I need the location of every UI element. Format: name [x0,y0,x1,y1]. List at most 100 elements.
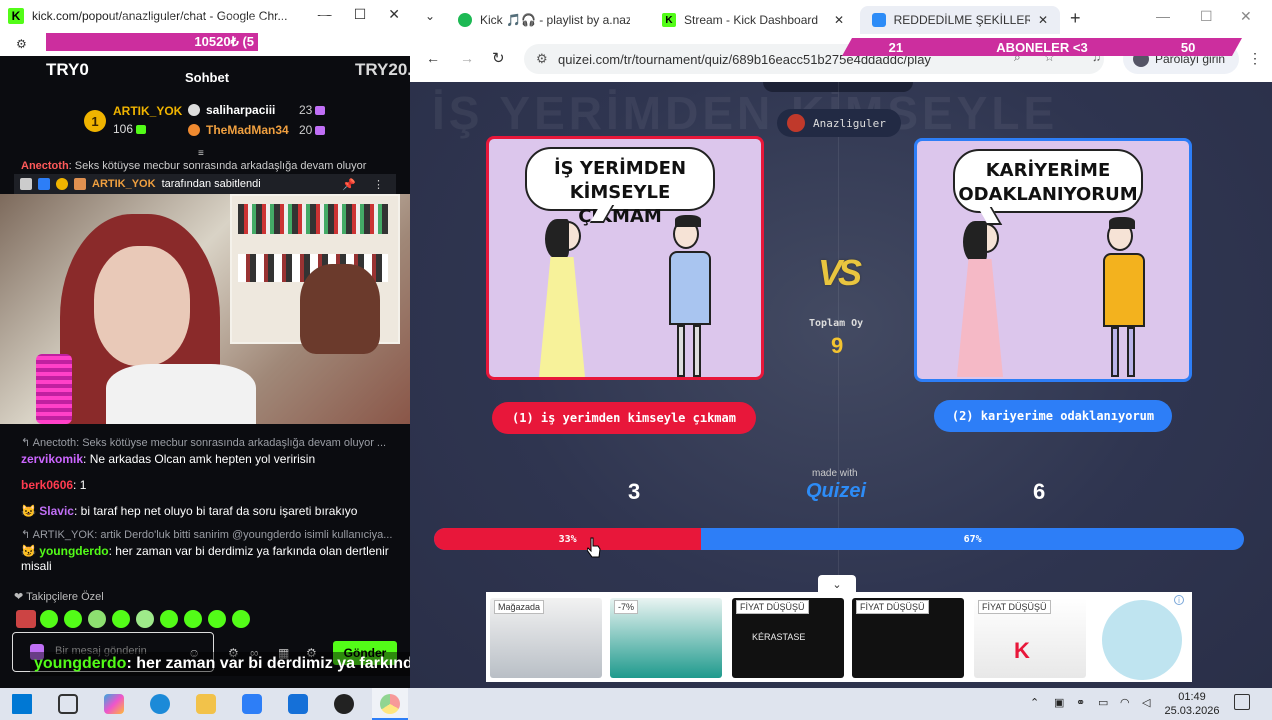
emote-icon[interactable] [40,610,58,628]
pink-cup [36,354,72,424]
emote-icon[interactable] [160,610,178,628]
task-view-icon[interactable] [58,694,78,714]
ad-product-tile[interactable]: -7% [610,598,722,678]
minimize-icon[interactable]: — [1156,8,1170,24]
emote-icon[interactable] [112,610,130,628]
battery-icon[interactable]: ▭ [1098,696,1108,709]
speech-bubble: İŞ YERİMDEN KİMSEYLE ÇIKMAM [525,147,715,227]
obs-icon[interactable] [334,694,354,714]
ad-product-tile[interactable]: FİYAT DÜŞÜŞÜ K [974,598,1086,678]
leader-name[interactable]: saliharpaciii [206,103,275,117]
windows-start-icon[interactable] [12,694,32,714]
copilot-icon[interactable] [104,694,124,714]
tray-chevron-icon[interactable]: ⌃ [1030,696,1039,709]
pinned-username[interactable]: ARTIK_YOK [92,178,156,190]
store-icon[interactable] [242,694,262,714]
close-tab-icon[interactable]: ✕ [834,13,844,27]
message-username[interactable]: berk0606 [21,478,73,492]
followers-only-label: ❤ Takipçilere Özel [14,591,104,603]
ad-product-tile[interactable]: Mağazada [490,598,602,678]
truncated-chat-message: Anectoth: Seks kötüyse mecbur sonrasında… [21,160,401,174]
outlook-icon[interactable] [288,694,308,714]
gift-icon [315,106,326,116]
man-leg [1127,327,1135,377]
tray-app-icon[interactable]: ▣ [1054,696,1064,709]
site-info-icon[interactable]: ⚙ [536,51,548,67]
webcam-overlay [0,194,410,424]
close-icon[interactable]: ✕ [388,6,400,23]
quizei-logo[interactable]: Quizei [806,480,866,503]
sub-goal-label: ABONELER <3 [996,39,1088,55]
windows-taskbar: ⌃ ▣ ⚭ ▭ ◠ ◁ 01:49 25.03.2026 [0,688,1272,720]
new-tab-icon[interactable]: + [1070,8,1081,29]
leader-name[interactable]: TheMadMan34 [206,123,289,137]
wifi-icon[interactable]: ◠ [1120,696,1130,709]
ad-brand-logo[interactable] [1102,600,1182,680]
notifications-icon[interactable] [1234,694,1250,710]
emote-icon[interactable] [232,610,250,628]
ad-brand: KÉRASTASE [752,632,806,642]
edge-icon[interactable] [150,694,170,714]
kick-icon: K [662,13,676,27]
man-leg [693,325,701,377]
donation-progress-bar: 10520₺ (5 [46,33,258,51]
ad-collapse-chevron-icon[interactable]: ⌄ [818,575,856,593]
avatar [16,610,36,628]
ad-info-icon[interactable]: i [1174,595,1184,605]
emote-icon[interactable] [136,610,154,628]
tray-app-icon[interactable]: ⚭ [1076,696,1085,709]
versus-icon: VS [818,252,862,293]
streamer-shirt [106,364,256,424]
close-icon[interactable]: ✕ [1240,8,1252,25]
back-icon[interactable]: ← [426,50,440,66]
tab-search-icon[interactable]: ⌄ [420,9,440,29]
tab-kick-dashboard[interactable]: K Stream - Kick Dashboard ✕ [650,6,856,34]
reload-icon[interactable]: ↻ [492,49,505,67]
tab-spotify[interactable]: Kick 🎵🎧 - playlist by a.naz [446,6,646,34]
ad-banner[interactable]: Mağazada -7% FİYAT DÜŞÜŞÜ KÉRASTASE FİYAT… [486,592,1192,682]
emote-icon[interactable] [64,610,82,628]
ad-product-tile[interactable]: FİYAT DÜŞÜŞÜ [852,598,964,678]
message-username[interactable]: Slavic [39,504,74,518]
woman-dress [957,259,1003,377]
ad-tag: FİYAT DÜŞÜŞÜ [856,600,929,614]
tab-quizei[interactable]: REDDEDİLME ŞEKİLLERİ (KO ✕ [860,6,1060,34]
quiz-author-badge[interactable]: Anazliguler [777,109,901,137]
more-options-icon[interactable]: ⋮ [373,178,384,191]
emote-icon[interactable] [184,610,202,628]
collapse-chevron-icon[interactable]: ≡ [198,148,204,159]
option-1-label-button[interactable]: (1) iş yerimden kimseyle çıkmam [492,402,756,434]
ad-product-tile[interactable]: FİYAT DÜŞÜŞÜ KÉRASTASE [732,598,844,678]
emote-icon [74,178,86,190]
verified-badge-icon [38,178,50,190]
chat-tab-label[interactable]: Sohbet [185,70,229,85]
man-leg [1111,327,1119,377]
leader-name[interactable]: ARTIK_YOK [113,104,182,118]
streamer-face [94,246,190,366]
ad-product-logo: K [1014,638,1030,663]
option-2-image-card[interactable]: KARİYERİME ODAKLANIYORUM [914,138,1192,382]
message-username[interactable]: youngderdo [39,544,108,558]
file-explorer-icon[interactable] [196,694,216,714]
option-1-image-card[interactable]: İŞ YERİMDEN KİMSEYLE ÇIKMAM [486,136,764,380]
quizei-icon [872,13,886,27]
message-username[interactable]: Anectoth [21,160,69,172]
option-2-label-button[interactable]: (2) kariyerime odaklanıyorum [934,400,1172,432]
leader-value: 23 [299,103,326,117]
maximize-icon[interactable]: ☐ [1200,8,1213,25]
message-username[interactable]: zervikomik [21,452,83,466]
followers-only-text: Takipçilere Özel [26,591,104,603]
forward-icon[interactable]: → [460,50,474,66]
emote-icon[interactable] [208,610,226,628]
option-1-result-fill: 33% [434,528,702,550]
volume-icon[interactable]: ◁ [1142,696,1150,709]
man-leg [677,325,685,377]
unpin-icon[interactable]: 📌 [342,178,356,191]
emote-icon[interactable] [88,610,106,628]
menu-icon[interactable]: ⋮ [1248,50,1262,67]
message-text: ARTIK_YOK: artik Derdo'luk bitti sanirim… [32,529,393,541]
avatar [787,114,805,132]
taskbar-clock[interactable]: 01:49 25.03.2026 [1162,690,1222,718]
site-settings-icon[interactable]: ⚙ [16,37,27,51]
close-tab-icon[interactable]: ✕ [1038,13,1048,27]
